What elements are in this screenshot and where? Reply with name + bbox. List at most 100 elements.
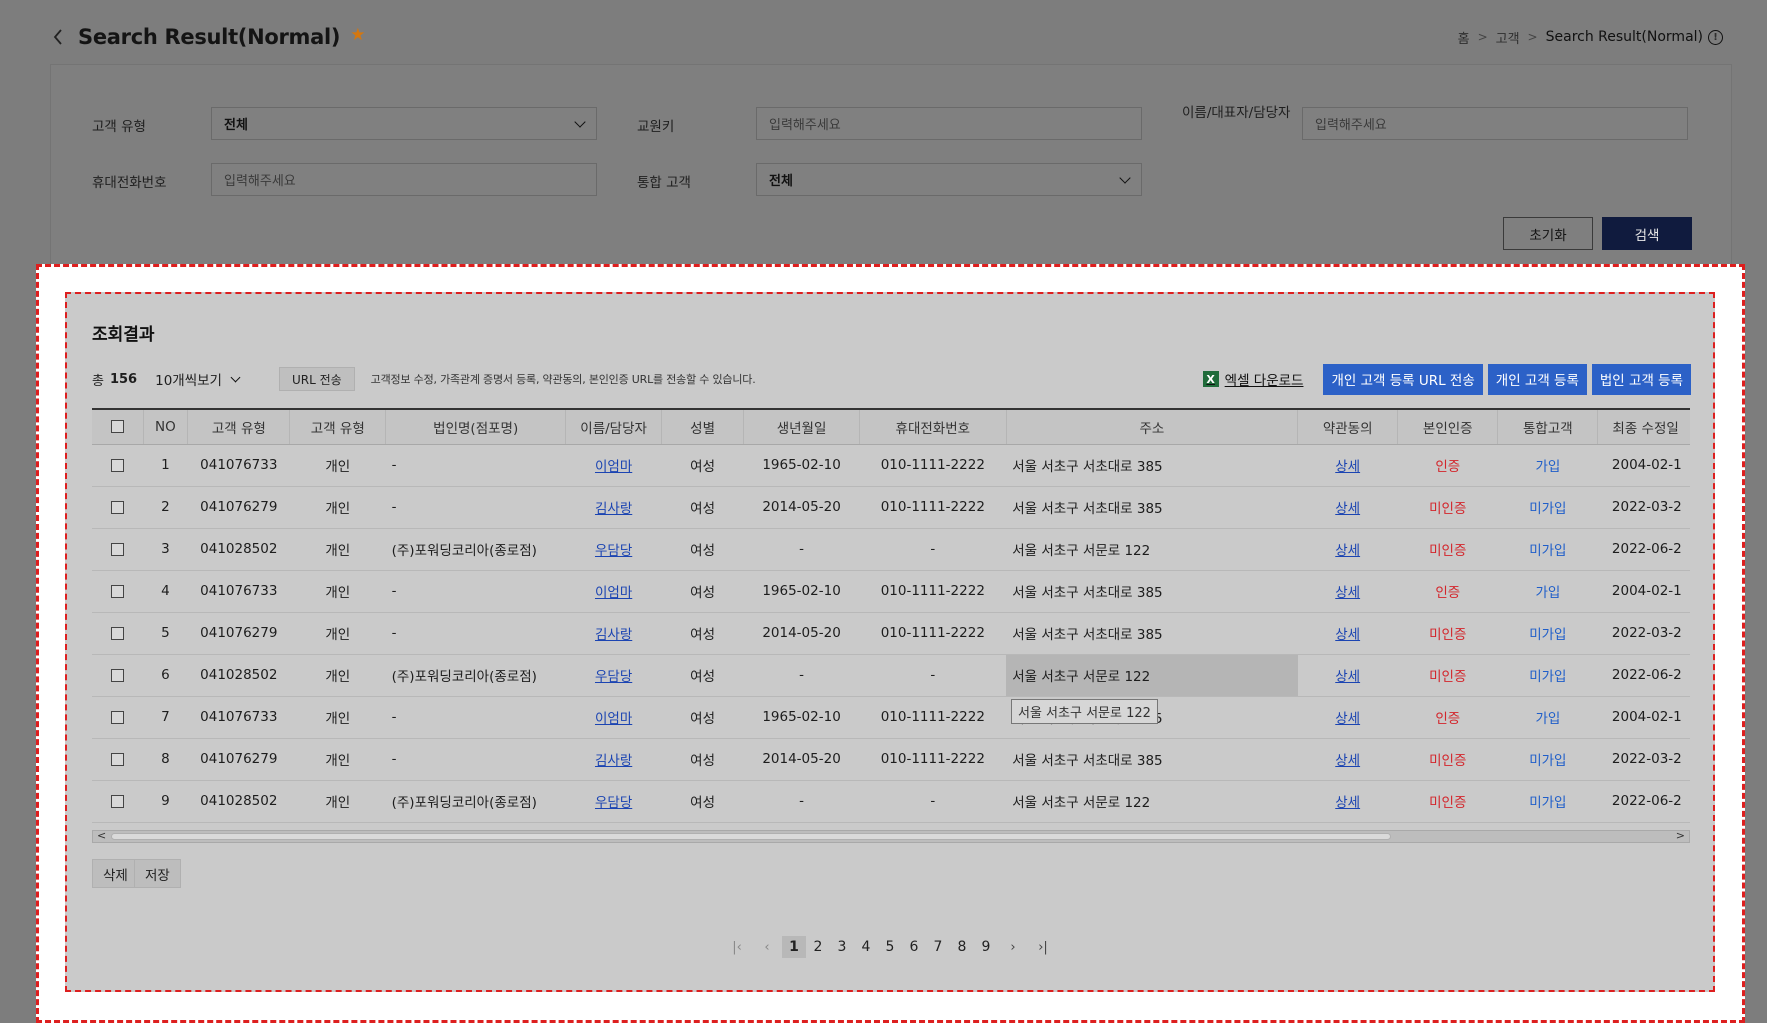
- table-row[interactable]: 6 041028502 개인 (주)포워딩코리아(종로점) 우담당 여성 - - 서울 서초구 …: [92, 654, 1690, 697]
- horizontal-scrollbar[interactable]: < >: [92, 829, 1690, 843]
- cell-name-text[interactable]: 이엄마: [595, 711, 632, 727]
- personal-register-button[interactable]: 개인 고객 등록: [1487, 363, 1587, 395]
- page-number[interactable]: 2: [806, 936, 830, 958]
- select-all-checkbox[interactable]: [110, 420, 124, 434]
- column-header[interactable]: 주소: [1006, 410, 1299, 445]
- cell-name-text[interactable]: 김사랑: [595, 501, 632, 517]
- table-row[interactable]: 7 041076733 개인 - 이엄마 여성 1965-02-10 010-1111-222…: [92, 696, 1690, 739]
- phone-input[interactable]: 입력해주세요: [211, 163, 597, 196]
- row-checkbox[interactable]: [111, 668, 125, 682]
- column-header[interactable]: 휴대전화번호: [859, 410, 1007, 445]
- column-header[interactable]: 고객 유형: [289, 410, 387, 445]
- column-header[interactable]: 이름/담당자: [565, 410, 662, 445]
- save-button[interactable]: 저장: [134, 859, 181, 888]
- cell-name-text[interactable]: 우담당: [595, 795, 632, 811]
- row-checkbox[interactable]: [111, 626, 125, 640]
- cell-birth-text: 1965-02-10: [762, 457, 841, 473]
- cell-terms-text[interactable]: 상세: [1335, 795, 1360, 811]
- table-row[interactable]: 4 041076733 개인 - 이엄마 여성 1965-02-10 010-1111-222…: [92, 570, 1690, 613]
- cell-phone-text: 010-1111-2222: [880, 751, 985, 767]
- cell-type: 개인: [289, 528, 386, 571]
- page-number[interactable]: 4: [854, 936, 878, 958]
- cell-terms: 상세: [1297, 654, 1398, 697]
- cell-phone: 010-1111-2222: [859, 822, 1007, 828]
- table-row[interactable]: 1 041076733 개인 - 이엄마 여성 1965-02-10 010-1111-222…: [92, 444, 1690, 487]
- column-header[interactable]: 최종 수정일: [1597, 410, 1690, 445]
- cell-name-text[interactable]: 우담당: [595, 543, 632, 559]
- column-header[interactable]: 생년월일: [743, 410, 860, 445]
- row-checkbox[interactable]: [111, 458, 125, 472]
- page-number[interactable]: 7: [926, 936, 950, 958]
- cell-terms-text[interactable]: 상세: [1335, 459, 1360, 475]
- page-number[interactable]: 6: [902, 936, 926, 958]
- pagination: |‹ ‹ 123456789 › ›|: [67, 936, 1713, 958]
- cell-name-text[interactable]: 우담당: [595, 669, 632, 685]
- scrollbar-thumb[interactable]: [111, 833, 1391, 840]
- column-header[interactable]: 본인인증: [1397, 410, 1499, 445]
- name-input[interactable]: 입력해주세요: [1302, 107, 1688, 140]
- page-number[interactable]: 9: [974, 936, 998, 958]
- first-page-icon[interactable]: |‹: [722, 940, 752, 955]
- next-page-icon[interactable]: ›: [998, 940, 1028, 955]
- cell-type-text: 개인: [325, 459, 351, 475]
- customer-type-select[interactable]: 전체: [211, 107, 597, 140]
- row-checkbox[interactable]: [111, 542, 125, 556]
- row-checkbox[interactable]: [111, 500, 125, 514]
- row-checkbox[interactable]: [111, 794, 125, 808]
- personal-url-register-button[interactable]: 개인 고객 등록 URL 전송: [1323, 363, 1483, 395]
- cell-terms-text[interactable]: 상세: [1335, 711, 1360, 727]
- scroll-left-icon[interactable]: <: [97, 829, 106, 842]
- breadcrumb-home[interactable]: 홈: [1458, 28, 1470, 47]
- integrated-select[interactable]: 전체: [756, 163, 1142, 196]
- row-checkbox[interactable]: [111, 710, 125, 724]
- row-checkbox[interactable]: [111, 584, 125, 598]
- cell-name-text[interactable]: 김사랑: [595, 627, 632, 643]
- table-row[interactable]: 5 041076279 개인 - 김사랑 여성 2014-05-20 010-1111-222…: [92, 612, 1690, 655]
- table-row[interactable]: 2 041076279 개인 - 김사랑 여성 2014-05-20 010-1111-222…: [92, 486, 1690, 529]
- cell-corp: (주)포워딩코리아(종로점): [385, 528, 566, 571]
- favorite-star-icon[interactable]: ★: [350, 25, 365, 45]
- table-row[interactable]: 3 041028502 개인 (주)포워딩코리아(종로점) 우담당 여성 - - 서울 서초구 …: [92, 528, 1690, 571]
- page-number[interactable]: 3: [830, 936, 854, 958]
- cell-terms-text[interactable]: 상세: [1335, 585, 1360, 601]
- column-header[interactable]: 통합고객: [1497, 410, 1599, 445]
- excel-download-link[interactable]: X 엑셀 다운로드: [1202, 369, 1303, 389]
- column-header[interactable]: 약관동의: [1297, 410, 1399, 445]
- page-number[interactable]: 1: [782, 936, 806, 958]
- back-arrow-icon[interactable]: [50, 24, 66, 50]
- cell-terms-text[interactable]: 상세: [1335, 669, 1360, 685]
- prev-page-icon[interactable]: ‹: [752, 940, 782, 955]
- cell-terms-text[interactable]: 상세: [1335, 501, 1360, 517]
- member-key-input[interactable]: 입력해주세요: [756, 107, 1142, 140]
- column-header[interactable]: NO: [143, 410, 189, 445]
- column-header[interactable]: 성별: [661, 410, 745, 445]
- page-number[interactable]: 5: [878, 936, 902, 958]
- delete-button[interactable]: 삭제: [92, 859, 139, 888]
- column-header[interactable]: 고객 유형: [187, 410, 291, 445]
- reset-button[interactable]: 초기화: [1503, 217, 1593, 250]
- cell-birth: 2014-05-20: [743, 738, 860, 781]
- breadcrumb-customer[interactable]: 고객: [1496, 28, 1520, 47]
- corporate-register-button[interactable]: 법인 고객 등록: [1591, 363, 1691, 395]
- integrated-label: 통합 고객: [637, 175, 691, 191]
- cell-terms-text[interactable]: 상세: [1335, 627, 1360, 643]
- cell-name-text[interactable]: 이엄마: [595, 459, 632, 475]
- last-page-icon[interactable]: ›|: [1028, 940, 1058, 955]
- cell-name-text[interactable]: 이엄마: [595, 585, 632, 601]
- info-icon[interactable]: !: [1708, 29, 1723, 45]
- per-page-select[interactable]: 10개씩보기: [155, 369, 241, 389]
- cell-terms-text[interactable]: 상세: [1335, 543, 1360, 559]
- search-button[interactable]: 검색: [1602, 217, 1692, 250]
- table-row[interactable]: 8 041076279 개인 - 김사랑 여성 2014-05-20 010-1111-222…: [92, 738, 1690, 781]
- page-number[interactable]: 8: [950, 936, 974, 958]
- cell-name-text[interactable]: 김사랑: [595, 753, 632, 769]
- table-row[interactable]: 10041076733개인-이엄마여성1965-02-10010-1111-22…: [92, 822, 1690, 828]
- cell-addr-text: 서울 서초구 서초대로 385: [1012, 585, 1163, 601]
- url-send-button[interactable]: URL 전송: [278, 367, 355, 391]
- row-checkbox[interactable]: [111, 752, 125, 766]
- column-header[interactable]: 법인명(점포명): [385, 410, 567, 445]
- cell-terms-text[interactable]: 상세: [1335, 753, 1360, 769]
- table-row[interactable]: 9 041028502 개인 (주)포워딩코리아(종로점) 우담당 여성 - - 서울 서초구 …: [92, 780, 1690, 823]
- cell-corp-text: (주)포워딩코리아(종로점): [391, 543, 537, 559]
- scroll-right-icon[interactable]: >: [1676, 829, 1685, 842]
